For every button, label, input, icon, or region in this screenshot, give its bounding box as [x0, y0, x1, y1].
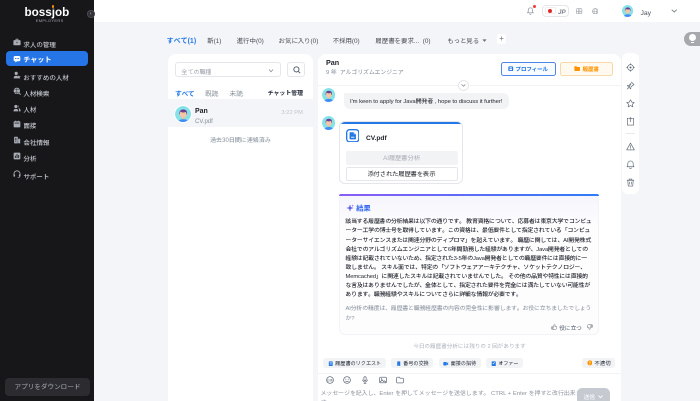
- svg-text:GIF: GIF: [327, 379, 334, 383]
